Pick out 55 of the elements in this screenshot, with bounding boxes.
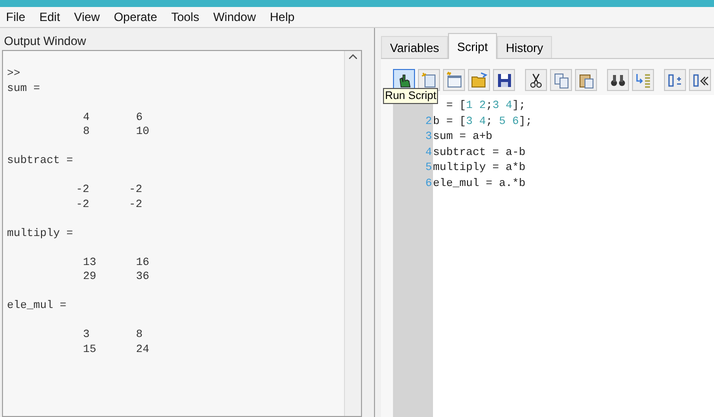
matrix-value: 6 xyxy=(136,112,143,124)
line-number: 2 xyxy=(425,116,432,128)
menu-item[interactable]: Help xyxy=(270,8,295,26)
menu-item[interactable]: Tools xyxy=(171,8,200,26)
code-line: sum = a+b xyxy=(433,131,492,143)
code-line: = [1 2;3 4]; xyxy=(446,100,526,112)
menu-item[interactable]: Edit xyxy=(39,8,60,26)
new-file-icon xyxy=(420,71,438,89)
menu-item[interactable]: Operate xyxy=(114,8,158,26)
output-line: ele_mul = xyxy=(7,299,68,314)
toolbar-button[interactable] xyxy=(689,69,711,91)
code-line: subtract = a-b xyxy=(433,146,526,158)
toolbar-button[interactable] xyxy=(525,69,547,91)
line-number: 5 xyxy=(425,162,432,174)
save-icon xyxy=(495,71,513,89)
panel-title: Output Window xyxy=(3,33,88,50)
matrix-value: 4 xyxy=(83,112,90,124)
line-number: 3 xyxy=(425,131,432,143)
matrix-value: 36 xyxy=(136,271,150,283)
tab[interactable]: Variables xyxy=(381,36,448,58)
tab[interactable]: History xyxy=(496,36,552,58)
matrix-value: -2 xyxy=(129,184,142,196)
matrix-value: 24 xyxy=(136,344,150,356)
matrix-value: 8 xyxy=(83,126,90,138)
toolbar-button[interactable] xyxy=(493,69,515,91)
code-line: b = [3 4; 5 6]; xyxy=(433,116,532,128)
toolbar-button[interactable] xyxy=(607,69,629,91)
output-line: sum = xyxy=(7,82,42,96)
window-icon xyxy=(445,71,463,89)
code-line: multiply = a*b xyxy=(433,162,526,174)
indent-icon xyxy=(634,71,652,89)
tooltip: Run Script xyxy=(383,88,438,104)
copy-icon xyxy=(552,71,570,89)
code-line: ele_mul = a.*b xyxy=(433,178,526,190)
output-line: >> xyxy=(7,67,22,82)
matrix-value: 8 xyxy=(136,329,143,341)
line-number: 6 xyxy=(425,178,432,190)
matrix-value: -2 xyxy=(76,198,90,210)
matrix-value: -2 xyxy=(76,184,90,196)
matrix-value: 29 xyxy=(83,271,96,283)
menu-item[interactable]: File xyxy=(6,8,26,26)
matrix-value: 10 xyxy=(136,126,150,138)
matrix-value: -2 xyxy=(129,198,142,210)
tab[interactable]: Script xyxy=(448,33,497,59)
menu-item[interactable]: Window xyxy=(213,8,256,26)
folder-icon xyxy=(470,71,488,89)
output-line: subtract = xyxy=(7,154,74,168)
matrix-value: 15 xyxy=(83,344,96,356)
matrix-value: 13 xyxy=(83,256,96,268)
scrollbar[interactable] xyxy=(344,51,361,416)
output-line: multiply = xyxy=(7,226,74,241)
matrix-value: 16 xyxy=(136,256,150,268)
matrix-value: 3 xyxy=(83,329,90,341)
line-number: 4 xyxy=(425,146,432,158)
menu-item[interactable]: View xyxy=(74,8,100,26)
